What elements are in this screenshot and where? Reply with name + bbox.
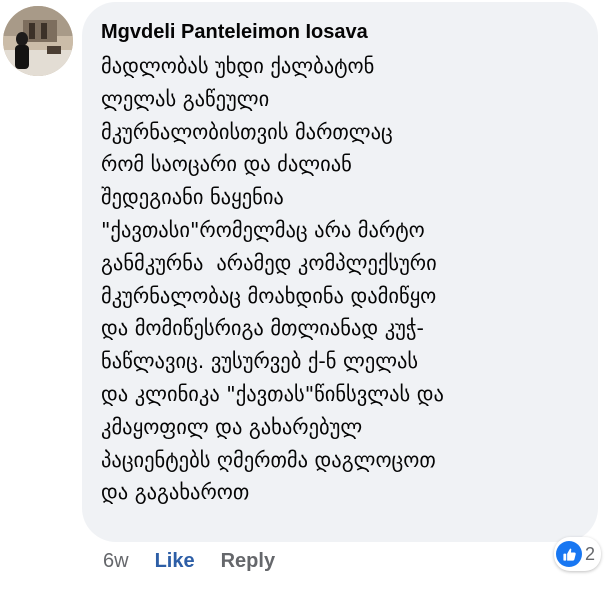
profile-photo-icon [3, 6, 73, 76]
comment-author-name[interactable]: Mgvdeli Panteleimon Iosava [101, 20, 580, 44]
comment-line: რომ საოცარი და ძალიან [101, 152, 352, 177]
comment-line: მკურნალობაც მოახდინა დამიწყო [101, 283, 437, 308]
comment-line: პაციენტებს ღმერთმა დაგლოცოთ [101, 447, 436, 472]
comment-line: და გაგახაროთ [101, 480, 250, 505]
comment-line: მადლობას უხდი ქალბატონ [101, 54, 375, 78]
comment-bubble: Mgvdeli Panteleimon Iosava მადლობას უხდი… [82, 2, 598, 542]
comment-line: შედეგიანი ნაყენია [101, 185, 284, 210]
reply-button[interactable]: Reply [221, 550, 275, 573]
thumbs-up-icon [556, 541, 582, 567]
comment-line: და კლინიკა "ქავთას"წინსვლას და [101, 381, 444, 406]
like-button[interactable]: Like [155, 550, 195, 573]
comment-line: კმაყოფილ და გახარებულ [101, 414, 363, 439]
comment-actions: 6w Like Reply [103, 546, 275, 576]
comment-line: მკურნალობისთვის მართლაც [101, 119, 393, 144]
comment-line: "ქავთასი"რომელმაც არა მარტო [101, 217, 425, 242]
comment-line: ნაწლავიც. ვუსურვებ ქ-ნ ლელას [101, 349, 419, 374]
reaction-count: 2 [585, 543, 596, 564]
comment-timestamp[interactable]: 6w [103, 550, 129, 573]
comment-line: ლელას გაწეული [101, 86, 270, 111]
reaction-summary[interactable]: 2 [554, 537, 602, 571]
avatar[interactable] [3, 6, 73, 76]
comment-line: განმკურნა არამედ კომპლექსური [101, 250, 437, 275]
comment-line: და მომიწესრიგა მთლიანად კუჭ- [101, 316, 424, 341]
comment-body: მადლობას უხდი ქალბატონ ლელას გაწეული მკუ… [101, 50, 580, 509]
comment-thread: Mgvdeli Panteleimon Iosava მადლობას უხდი… [0, 0, 608, 590]
